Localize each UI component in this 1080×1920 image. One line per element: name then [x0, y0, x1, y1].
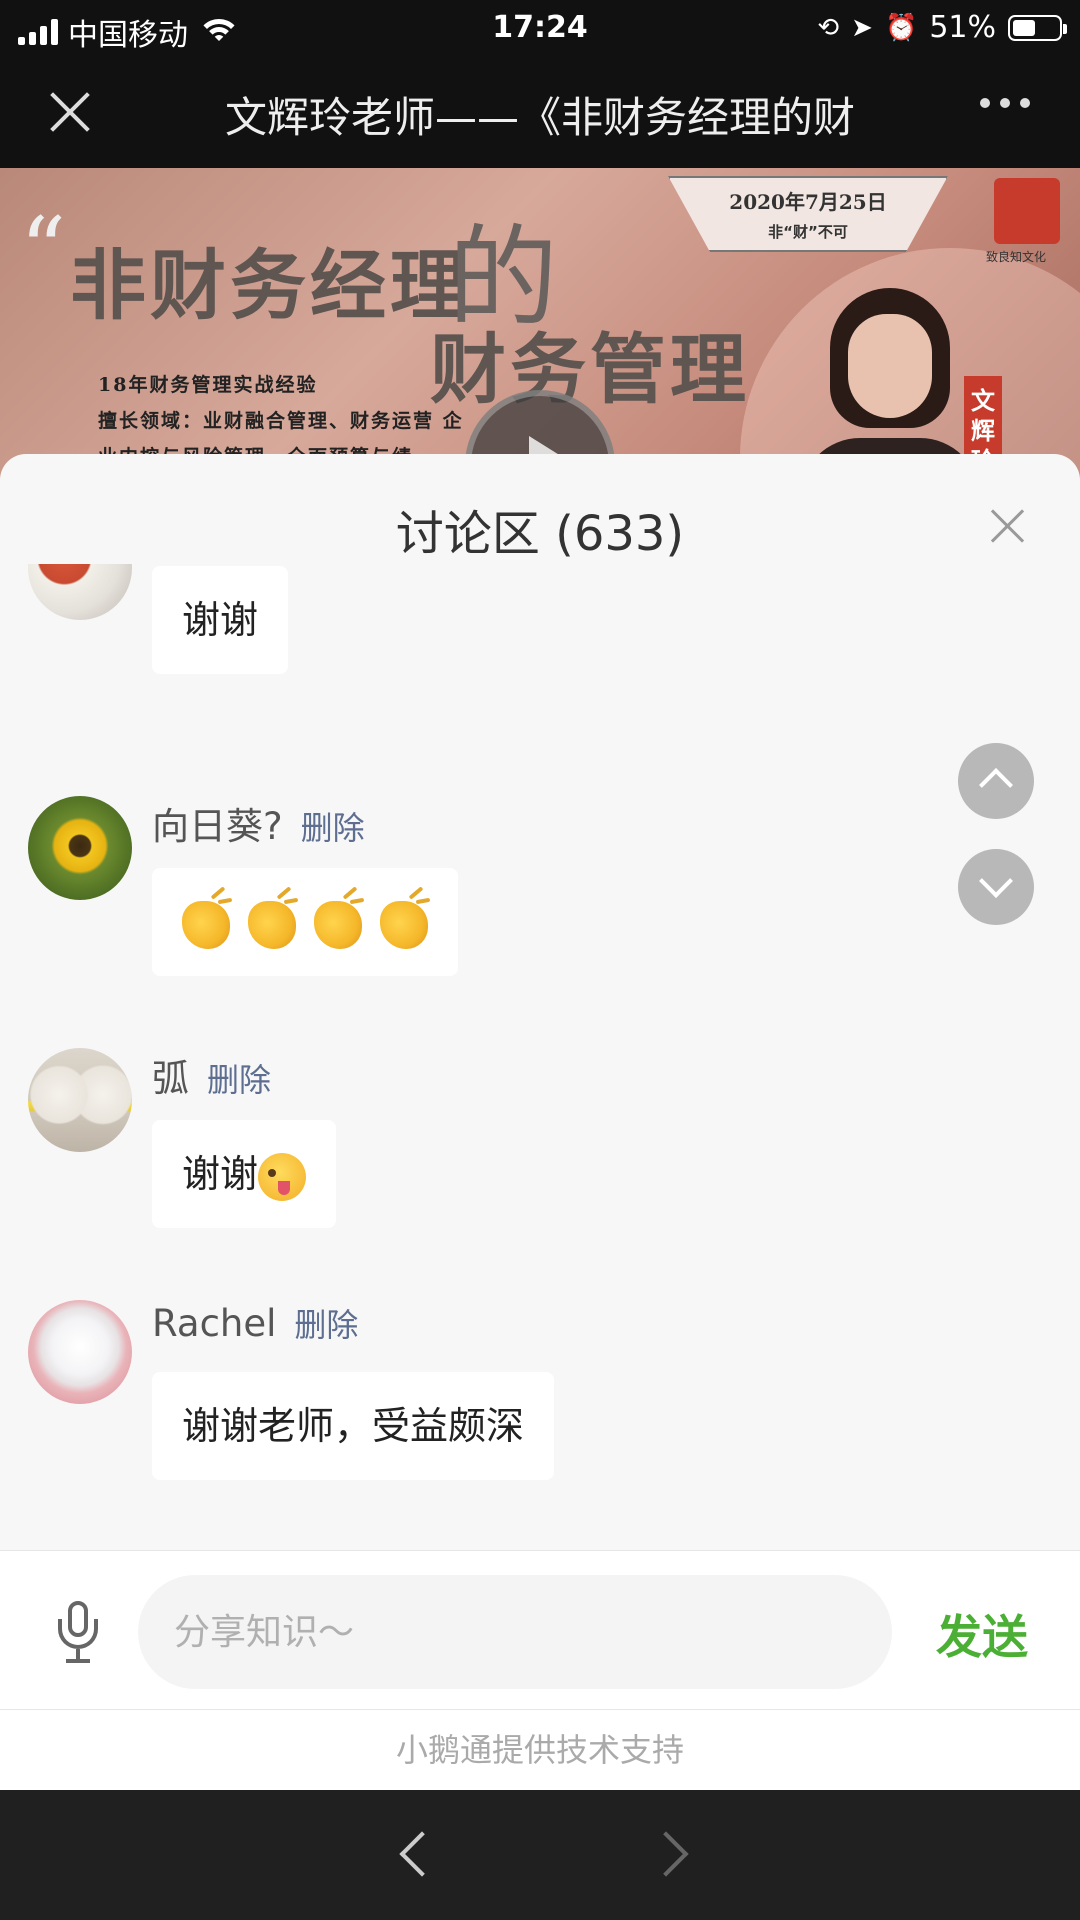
video-banner[interactable]: “ 非财务经理 的 财务管理 2020年7月25日 非“财”不可 致良知文化 1…	[0, 168, 1080, 488]
banner-title-part2: 财务管理	[430, 325, 750, 414]
banner-title-part1: 非财务经理	[70, 241, 470, 330]
delete-link[interactable]: 删除	[301, 803, 365, 849]
scroll-down-button[interactable]	[958, 849, 1034, 925]
send-button[interactable]: 发送	[936, 1601, 1028, 1667]
comment-input-bar: 发送	[0, 1550, 1080, 1710]
comment-text: 谢谢老师，受益颇深	[182, 1404, 525, 1448]
status-bar: 中国移动 17:24 ⟲ ➤ ⏰ 51%	[0, 0, 1080, 56]
clap-emoji-icon	[248, 900, 296, 949]
comment-author: Rachel	[152, 1302, 277, 1345]
panel-header: 讨论区 (633)	[0, 454, 1080, 564]
comment-bubble: 谢谢	[152, 1120, 337, 1228]
chevron-right-icon[interactable]	[650, 1828, 694, 1872]
comment-text: 谢谢	[182, 598, 259, 642]
clap-emoji-icon	[314, 900, 362, 949]
banner-date-plate: 2020年7月25日 非“财”不可	[668, 176, 948, 252]
powered-by-footer: 小鹅通提供技术支持	[0, 1710, 1080, 1790]
banner-line1: 18年财务管理实战经验	[98, 374, 318, 396]
brand-seal-logo	[994, 178, 1060, 244]
comment-bubble	[152, 868, 458, 976]
comment-bubble: 谢谢	[152, 566, 289, 674]
banner-date: 2020年7月25日	[729, 190, 887, 214]
panel-title: 讨论区 (633)	[395, 506, 685, 562]
battery-fill	[1013, 19, 1036, 36]
avatar[interactable]	[28, 1048, 132, 1152]
title-bar: 文辉玲老师——《非财务经理的财	[0, 56, 1080, 168]
avatar[interactable]	[28, 564, 132, 620]
comment-bubble: 谢谢老师，受益颇深	[152, 1372, 555, 1480]
scroll-up-button[interactable]	[958, 743, 1034, 819]
avatar[interactable]	[28, 1300, 132, 1404]
rotation-lock-icon: ⟲	[817, 12, 840, 43]
battery-icon	[1008, 14, 1067, 41]
page-title: 文辉玲老师——《非财务经理的财	[225, 93, 856, 140]
battery-percent: 51%	[929, 10, 996, 45]
comment-input[interactable]	[138, 1575, 892, 1689]
banner-quote-mark: “	[20, 198, 67, 303]
comment-author: 向日葵?	[152, 805, 283, 848]
wink-emoji-icon	[258, 1152, 307, 1201]
more-icon[interactable]	[980, 98, 1030, 108]
location-icon: ➤	[851, 12, 873, 43]
delete-link[interactable]: 删除	[294, 1300, 358, 1346]
alarm-icon: ⏰	[884, 12, 918, 43]
comment-list[interactable]: 丰 删除 谢谢 向日葵? 删除 弧 删除	[0, 564, 1080, 1560]
browser-nav-bar	[0, 1790, 1080, 1920]
delete-link[interactable]: 删除	[207, 1055, 271, 1101]
close-icon[interactable]	[44, 86, 96, 138]
chevron-left-icon[interactable]	[392, 1828, 436, 1872]
avatar[interactable]	[28, 796, 132, 900]
microphone-icon[interactable]	[56, 1601, 100, 1665]
banner-slogan: 非“财”不可	[768, 223, 848, 241]
brand-name: 致良知文化	[986, 250, 1047, 264]
clap-emoji-icon	[380, 900, 428, 949]
close-icon[interactable]	[990, 508, 1026, 544]
comment-text: 谢谢	[182, 1152, 259, 1196]
clap-emoji-icon	[182, 900, 230, 949]
comment-author: 弧	[152, 1057, 189, 1100]
